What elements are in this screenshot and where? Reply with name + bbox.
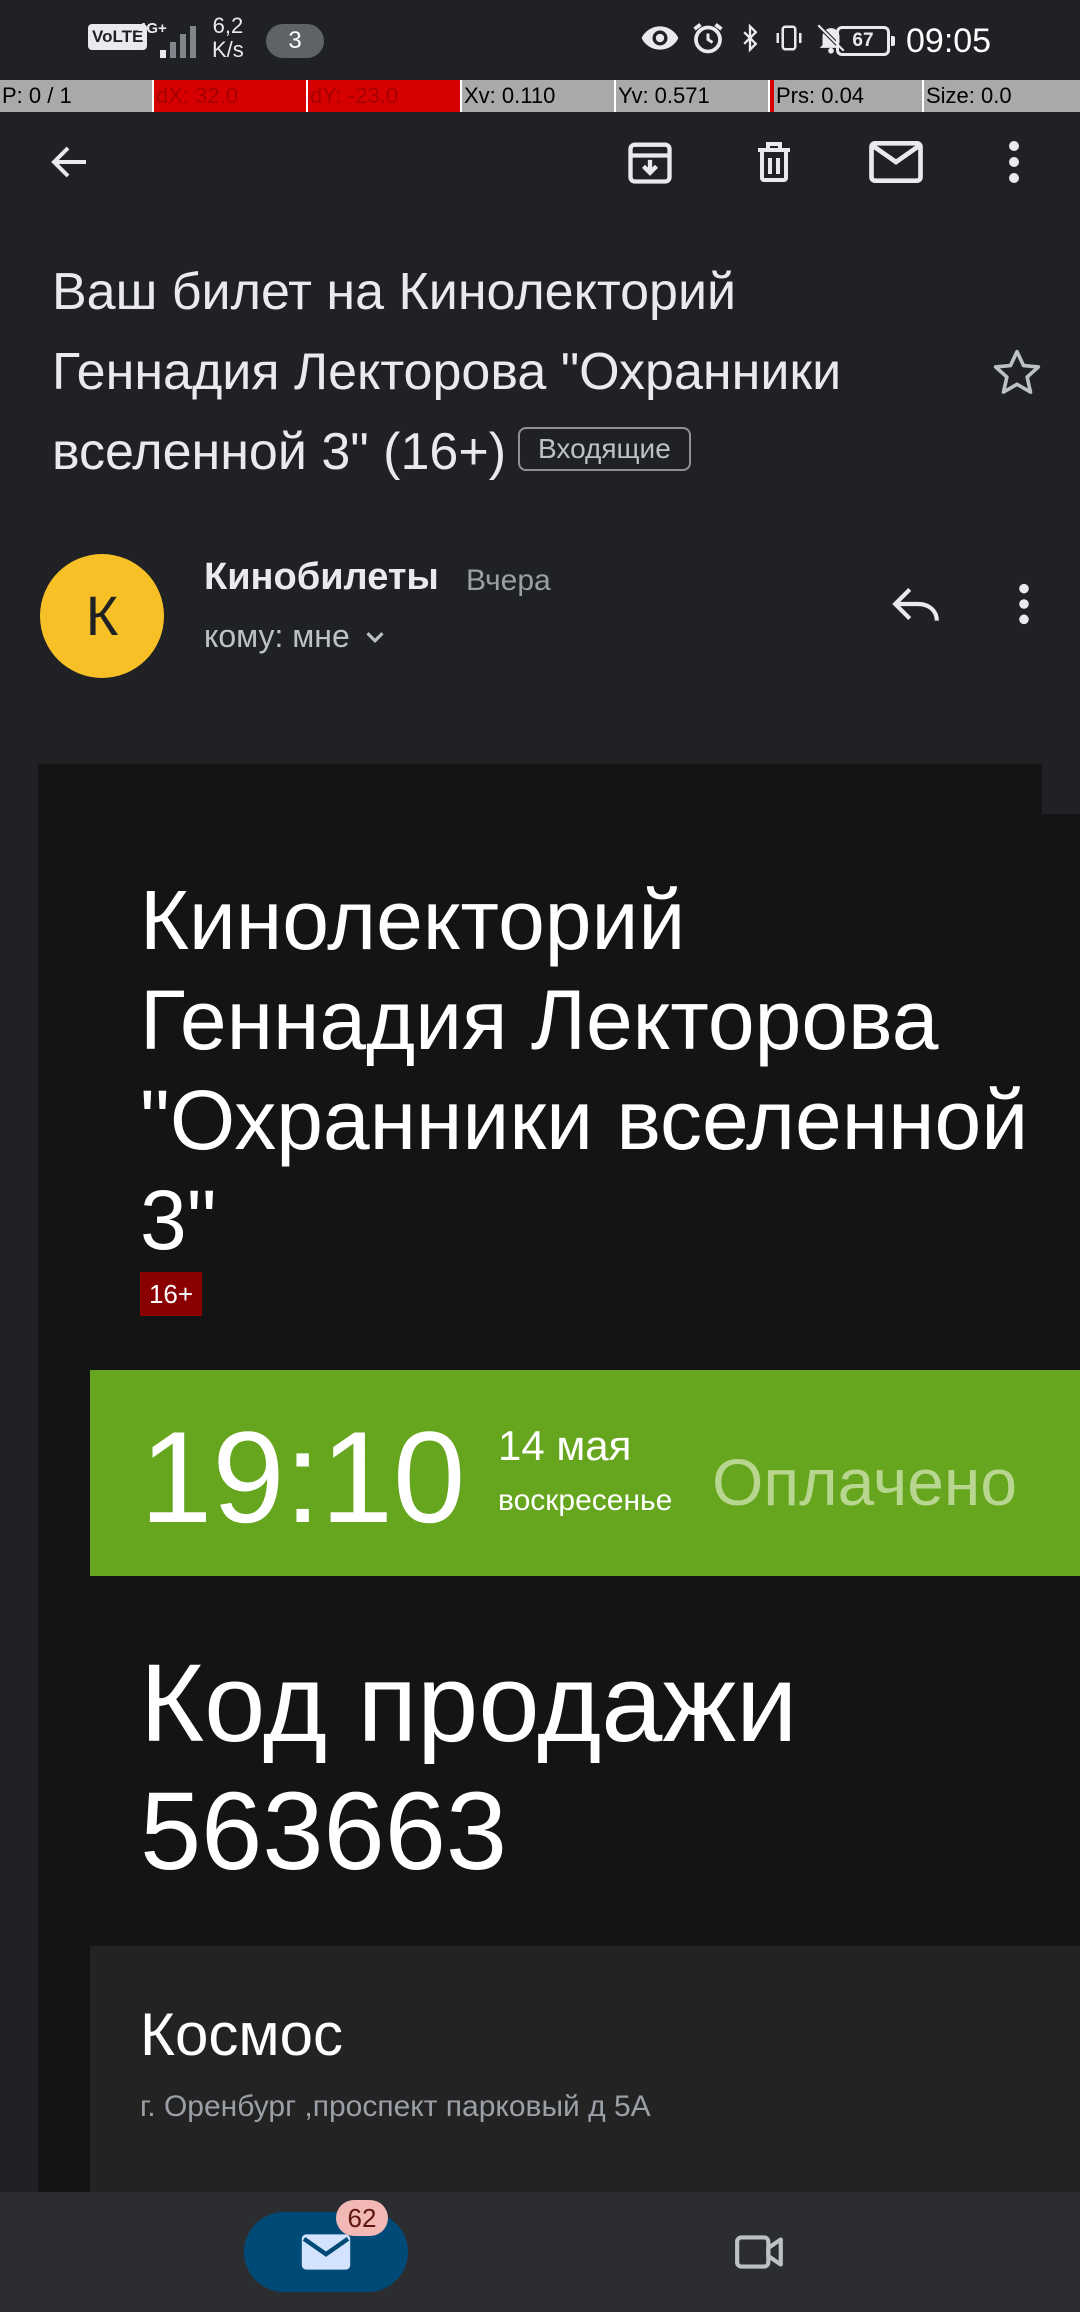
sale-code-value: 563663 — [140, 1770, 508, 1893]
email-date: Вчера — [466, 564, 551, 597]
more-vert-icon — [1009, 141, 1019, 183]
signal-icon — [160, 26, 196, 58]
reply-button[interactable] — [880, 568, 952, 640]
pressure: Prs: 0.04 — [770, 80, 924, 112]
recipient-toggle[interactable]: кому: мне — [204, 618, 390, 655]
age-rating-badge: 16+ — [140, 1272, 202, 1316]
more-vert-icon — [1019, 583, 1029, 625]
archive-icon — [628, 142, 672, 184]
show-date: 14 мая — [498, 1422, 632, 1469]
network-speed: 6,2 K/s — [212, 14, 244, 62]
subject-text: Ваш билет на Кинолекторий Геннадия Лекто… — [52, 263, 842, 481]
status-bar: VoLTE 4G+ 6,2 K/s 3 67 09:05 — [0, 0, 1080, 80]
touch-size: Size: 0.0 — [926, 83, 1012, 108]
message-more-button[interactable] — [1000, 568, 1048, 640]
email-toolbar — [0, 112, 1080, 212]
sale-code: Код продажи 563663 — [140, 1640, 797, 1896]
delete-button[interactable] — [738, 126, 810, 198]
mail-icon — [301, 2234, 351, 2270]
sender-name: Кинобилеты — [204, 556, 439, 598]
nav-meet-tab[interactable] — [720, 2212, 800, 2292]
bottom-navigation: 62 — [0, 2192, 1080, 2312]
mark-unread-button[interactable] — [860, 126, 932, 198]
venue-address: г. Оренбург ,проспект парковый д 5А — [140, 2090, 651, 2123]
pointer-count: P: 0 / 1 — [0, 80, 154, 112]
unread-count-badge: 62 — [336, 2200, 388, 2236]
velocity-y: Yv: 0.571 — [616, 80, 770, 112]
star-button[interactable] — [990, 346, 1044, 405]
show-weekday: воскресенье — [498, 1484, 673, 1517]
status-icons — [640, 18, 848, 58]
back-button[interactable] — [34, 126, 106, 198]
recipient-text: кому: мне — [204, 618, 350, 654]
clock: 09:05 — [906, 22, 992, 60]
arrow-back-icon — [51, 146, 86, 178]
email-subject: Ваш билет на Кинолекторий Геннадия Лекто… — [52, 252, 952, 492]
pointer-location-bar: P: 0 / 1 dX: 32.0 dY: -23.0 Xv: 0.110 Yv… — [0, 80, 1080, 112]
notification-count-badge: 3 — [266, 24, 324, 58]
delta-x: dX: 32.0 — [154, 80, 308, 112]
event-title: Кинолекторий Геннадия Лекторова "Охранни… — [140, 873, 1029, 1267]
vibrate-icon — [776, 25, 802, 51]
inbox-label-chip[interactable]: Входящие — [518, 427, 691, 472]
sender-avatar[interactable]: К — [40, 554, 164, 678]
video-camera-icon — [735, 2235, 783, 2269]
battery-indicator: 67 — [836, 26, 895, 56]
velocity-x: Xv: 0.110 — [462, 80, 616, 112]
eye-icon — [641, 26, 679, 50]
star-icon — [993, 349, 1041, 394]
chevron-down-icon — [366, 631, 384, 643]
mail-icon — [869, 141, 923, 183]
screen: VoLTE 4G+ 6,2 K/s 3 67 09:05 P: 0 / 1 dX… — [0, 0, 1080, 2312]
venue-name: Космос — [140, 2001, 343, 2068]
body-corner — [1042, 764, 1080, 814]
delete-icon — [758, 142, 790, 182]
payment-status: Оплачено — [712, 1445, 1018, 1519]
venue-card — [90, 1946, 1080, 2196]
more-options-button[interactable] — [978, 126, 1050, 198]
speed-unit: K/s — [212, 37, 244, 62]
sale-code-label: Код продажи — [140, 1642, 798, 1765]
alarm-icon — [693, 23, 723, 54]
delta-y: dY: -23.0 — [308, 80, 462, 112]
show-time: 19:10 — [140, 1404, 466, 1550]
speed-value: 6,2 — [212, 13, 244, 38]
archive-button[interactable] — [614, 126, 686, 198]
bluetooth-icon — [743, 23, 758, 53]
reply-icon — [892, 587, 939, 621]
